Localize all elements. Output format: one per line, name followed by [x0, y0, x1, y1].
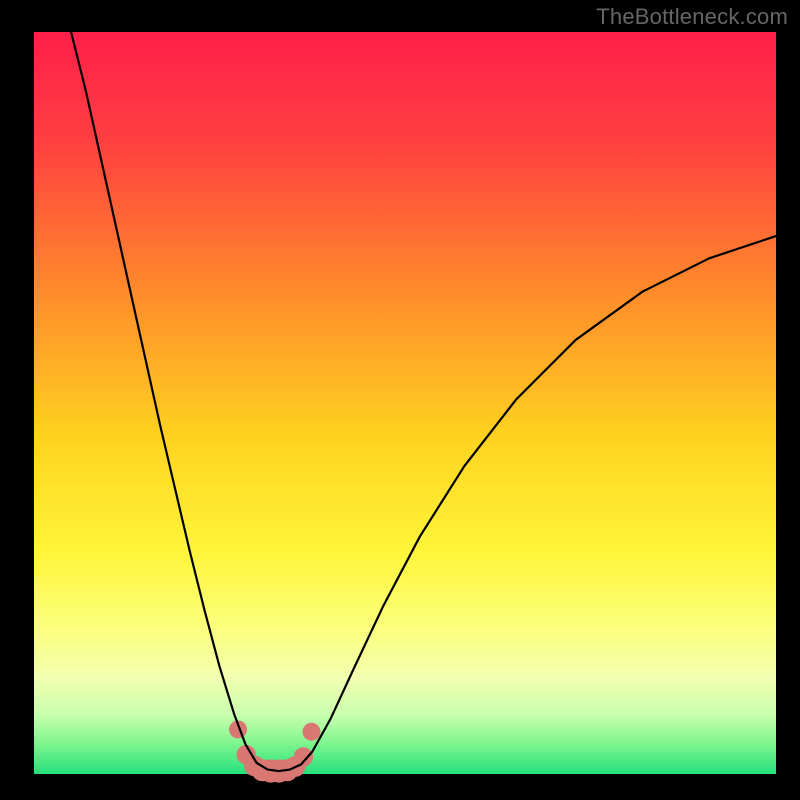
watermark-text: TheBottleneck.com	[596, 4, 788, 30]
highlight-marker	[294, 747, 313, 766]
highlight-marker	[303, 723, 321, 741]
bottleneck-plot	[0, 0, 800, 800]
chart-frame: TheBottleneck.com	[0, 0, 800, 800]
